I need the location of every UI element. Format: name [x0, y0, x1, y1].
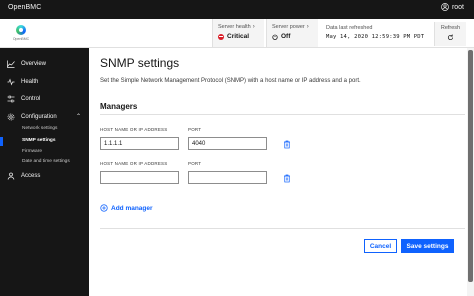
host-field-label: HOST NAME OR IP ADDRESS	[100, 161, 168, 166]
chevron-right-icon: ›	[252, 24, 255, 30]
logo-mark-icon	[16, 25, 26, 35]
port-input[interactable]	[188, 171, 267, 184]
server-power-tile[interactable]: Server power › Off	[266, 19, 318, 47]
chevron-right-icon: ›	[306, 24, 309, 30]
refresh-icon	[447, 34, 454, 41]
active-indicator	[0, 137, 3, 146]
add-manager-label: Add manager	[111, 204, 153, 212]
dashboard-icon	[7, 60, 15, 68]
sidebar-item-label: Overview	[21, 61, 47, 67]
host-input[interactable]	[100, 171, 179, 184]
section-title-managers: Managers	[100, 102, 138, 111]
sidebar-item-label: Health	[21, 79, 39, 85]
server-power-label: Server power	[272, 24, 305, 30]
sidebar-item-access[interactable]: Access	[0, 168, 89, 184]
add-manager-button[interactable]: Add manager	[100, 204, 153, 212]
sidebar-item-configuration[interactable]: Configuration ⌃	[0, 109, 89, 125]
logo-text: OpenBMC	[12, 37, 30, 41]
sidebar-item-health[interactable]: Health	[0, 74, 89, 90]
sidebar-subitem-network-settings[interactable]: Network settings	[22, 126, 57, 131]
sidebar-item-label: Access	[21, 173, 41, 179]
port-input[interactable]: 4040	[188, 137, 267, 150]
control-icon	[7, 95, 15, 103]
server-power-value: Off	[281, 33, 291, 40]
openbmc-logo: OpenBMC	[8, 22, 34, 44]
status-bar: OpenBMC Server health › Critical Server …	[0, 19, 474, 48]
power-icon	[272, 33, 278, 40]
settings-icon	[7, 113, 15, 121]
section-divider	[100, 114, 465, 115]
user-avatar-icon	[441, 3, 449, 11]
sidebar-subitem-snmp-settings[interactable]: SNMP settings	[22, 138, 56, 143]
health-icon	[7, 78, 15, 86]
refresh-label: Data last refreshed	[326, 25, 373, 31]
refresh-timestamp: May 14, 2020 12:59:39 PM PDT	[326, 34, 425, 40]
app-title: OpenBMC	[8, 4, 42, 11]
critical-status-icon	[218, 33, 224, 40]
refresh-button[interactable]: Refresh	[434, 22, 466, 46]
sidebar-item-control[interactable]: Control	[0, 91, 89, 107]
host-field-label: HOST NAME OR IP ADDRESS	[100, 127, 168, 132]
sidebar-item-label: Control	[21, 96, 41, 102]
username: root	[451, 3, 464, 11]
sidebar-nav: Overview Health Control Configuration ⌃ …	[0, 48, 89, 296]
sidebar-item-label: Configuration	[21, 114, 57, 120]
chevron-up-icon: ⌃	[75, 114, 81, 120]
page-title: SNMP settings	[100, 56, 180, 70]
server-health-value: Critical	[227, 33, 250, 40]
port-field-label: PORT	[188, 161, 202, 166]
server-health-label: Server health	[218, 24, 251, 30]
sidebar-subitem-firmware[interactable]: Firmware	[22, 149, 42, 154]
trash-icon[interactable]	[283, 140, 291, 149]
scrollbar[interactable]	[467, 48, 474, 296]
main-content: SNMP settings Set the Simple Network Man…	[89, 48, 474, 296]
save-settings-button[interactable]: Save settings	[401, 239, 454, 253]
host-input[interactable]: 1.1.1.1	[100, 137, 179, 150]
refresh-button-label: Refresh	[440, 25, 461, 31]
cancel-button[interactable]: Cancel	[364, 239, 397, 253]
scrollbar-thumb[interactable]	[468, 50, 473, 282]
data-refreshed-info: Data last refreshed May 14, 2020 12:59:3…	[326, 25, 424, 40]
port-field-label: PORT	[188, 127, 202, 132]
access-icon	[7, 172, 15, 180]
page-description: Set the Simple Network Management Protoc…	[100, 78, 361, 84]
user-menu[interactable]: root	[441, 3, 464, 11]
app-header: OpenBMC root	[0, 0, 474, 19]
sidebar-subitem-date-time[interactable]: Date and time settings	[22, 159, 70, 164]
add-circle-icon	[100, 204, 108, 212]
server-health-tile[interactable]: Server health › Critical	[212, 19, 264, 47]
trash-icon[interactable]	[283, 174, 291, 183]
sidebar-item-overview[interactable]: Overview	[0, 56, 89, 72]
footer-divider	[100, 228, 465, 229]
